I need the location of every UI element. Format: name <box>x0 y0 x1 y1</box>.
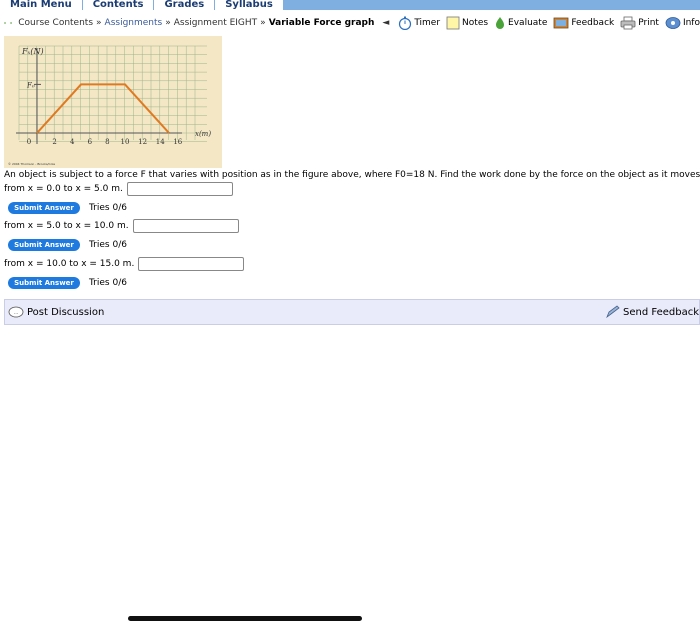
breadcrumb-bar: Course Contents » Assignments » Assignme… <box>0 11 700 35</box>
f0-label: F₀ <box>26 81 35 89</box>
x-tick-label: 6 <box>88 138 93 146</box>
force-position-graph: Fₓ(N) F₀ x(m) 0 2 4 6 8 10 12 14 16 © 2004 Thomson -… <box>4 36 222 168</box>
part-2-answer-input[interactable] <box>132 219 239 233</box>
menu-main-menu[interactable]: Main Menu <box>0 0 83 10</box>
x-tick-label: 10 <box>121 138 130 146</box>
part-2-row: from x = 5.0 to x = 10.0 m. <box>4 219 239 233</box>
info-icon <box>665 17 681 29</box>
x-tick-label: 2 <box>52 138 56 146</box>
printer-icon <box>620 16 636 30</box>
part-3-label: from x = 10.0 to x = 15.0 m. <box>4 259 135 269</box>
part-1-answer-input[interactable] <box>126 182 233 196</box>
menu-syllabus[interactable]: Syllabus <box>215 0 284 10</box>
x-tick-label: 0 <box>27 138 31 146</box>
breadcrumb-separator: » <box>260 18 266 28</box>
part-2-submit-button[interactable]: Submit Answer <box>8 239 80 251</box>
print-label: Print <box>638 18 659 28</box>
timer-label: Timer <box>414 18 441 28</box>
feedback-tool[interactable]: Feedback <box>553 16 614 30</box>
question-text: An object is subject to a force F that v… <box>4 170 700 180</box>
x-tick-label: 14 <box>156 138 165 146</box>
evaluate-label: Evaluate <box>508 18 548 28</box>
timer-tool[interactable]: Timer <box>398 16 440 30</box>
part-3-tries: Tries 0/6 <box>89 278 127 288</box>
breadcrumb-course-contents[interactable]: Course Contents <box>18 18 93 28</box>
breadcrumb-assignment-eight[interactable]: Assignment EIGHT <box>174 18 257 28</box>
discussion-bar: ... Post Discussion Send Feedback <box>4 299 700 325</box>
graph-canvas: Fₓ(N) F₀ x(m) 0 2 4 6 8 10 12 14 16 © 2004 Thomson -… <box>8 45 211 166</box>
evaluate-tool[interactable]: Evaluate <box>494 16 547 30</box>
breadcrumb-current: Variable Force graph <box>268 18 375 28</box>
x-axis-label: x(m) <box>195 130 211 138</box>
menu-contents[interactable]: Contents <box>83 0 155 10</box>
part-1-submit-button[interactable]: Submit Answer <box>8 202 80 214</box>
force-curve <box>36 83 170 134</box>
send-feedback-link[interactable]: Send Feedback <box>605 305 699 319</box>
breadcrumb-assignments[interactable]: Assignments <box>105 18 163 28</box>
svg-text:...: ... <box>14 310 19 316</box>
back-arrow-icon[interactable] <box>4 15 7 31</box>
part-2-tries: Tries 0/6 <box>89 240 127 250</box>
feedback-icon <box>553 17 569 29</box>
info-tool[interactable]: Info <box>665 16 700 30</box>
collapse-marker[interactable]: ◄ <box>382 18 389 28</box>
main-menu: Main Menu Contents Grades Syllabus <box>0 0 284 10</box>
feedback-label: Feedback <box>571 18 615 28</box>
timer-icon <box>399 16 412 30</box>
menu-grades[interactable]: Grades <box>154 0 216 10</box>
part-1-label: from x = 0.0 to x = 5.0 m. <box>4 184 123 194</box>
y-axis-label: Fₓ(N) <box>21 47 44 56</box>
info-label: Info <box>682 18 700 28</box>
part-1-row: from x = 0.0 to x = 5.0 m. <box>4 182 233 196</box>
evaluate-icon <box>496 17 505 29</box>
x-tick-label: 16 <box>173 138 182 146</box>
post-discussion-link[interactable]: ... Post Discussion <box>8 306 104 318</box>
breadcrumb-separator: » <box>96 18 102 28</box>
notes-tool[interactable]: Notes <box>446 16 488 30</box>
notes-icon <box>446 16 460 30</box>
x-tick-label: 4 <box>70 138 75 146</box>
part-3-submit-button[interactable]: Submit Answer <box>8 277 80 289</box>
forward-arrow-icon[interactable] <box>10 15 13 31</box>
send-feedback-label: Send Feedback <box>623 306 699 318</box>
part-2-label: from x = 5.0 to x = 10.0 m. <box>4 221 129 231</box>
discussion-icon: ... <box>8 306 24 318</box>
print-tool[interactable]: Print <box>620 16 659 30</box>
notes-label: Notes <box>462 18 489 28</box>
x-tick-label: 8 <box>105 138 109 146</box>
home-indicator <box>128 616 362 621</box>
part-3-answer-input[interactable] <box>138 257 245 271</box>
pencil-icon <box>606 305 620 319</box>
figure-credit: © 2004 Thomson - Brooks/Cole <box>8 162 55 166</box>
part-1-tries: Tries 0/6 <box>89 203 127 213</box>
breadcrumb-separator: » <box>165 18 171 28</box>
part-3-row: from x = 10.0 to x = 15.0 m. <box>4 257 245 271</box>
x-tick-label: 12 <box>138 138 147 146</box>
post-discussion-label: Post Discussion <box>27 306 105 318</box>
